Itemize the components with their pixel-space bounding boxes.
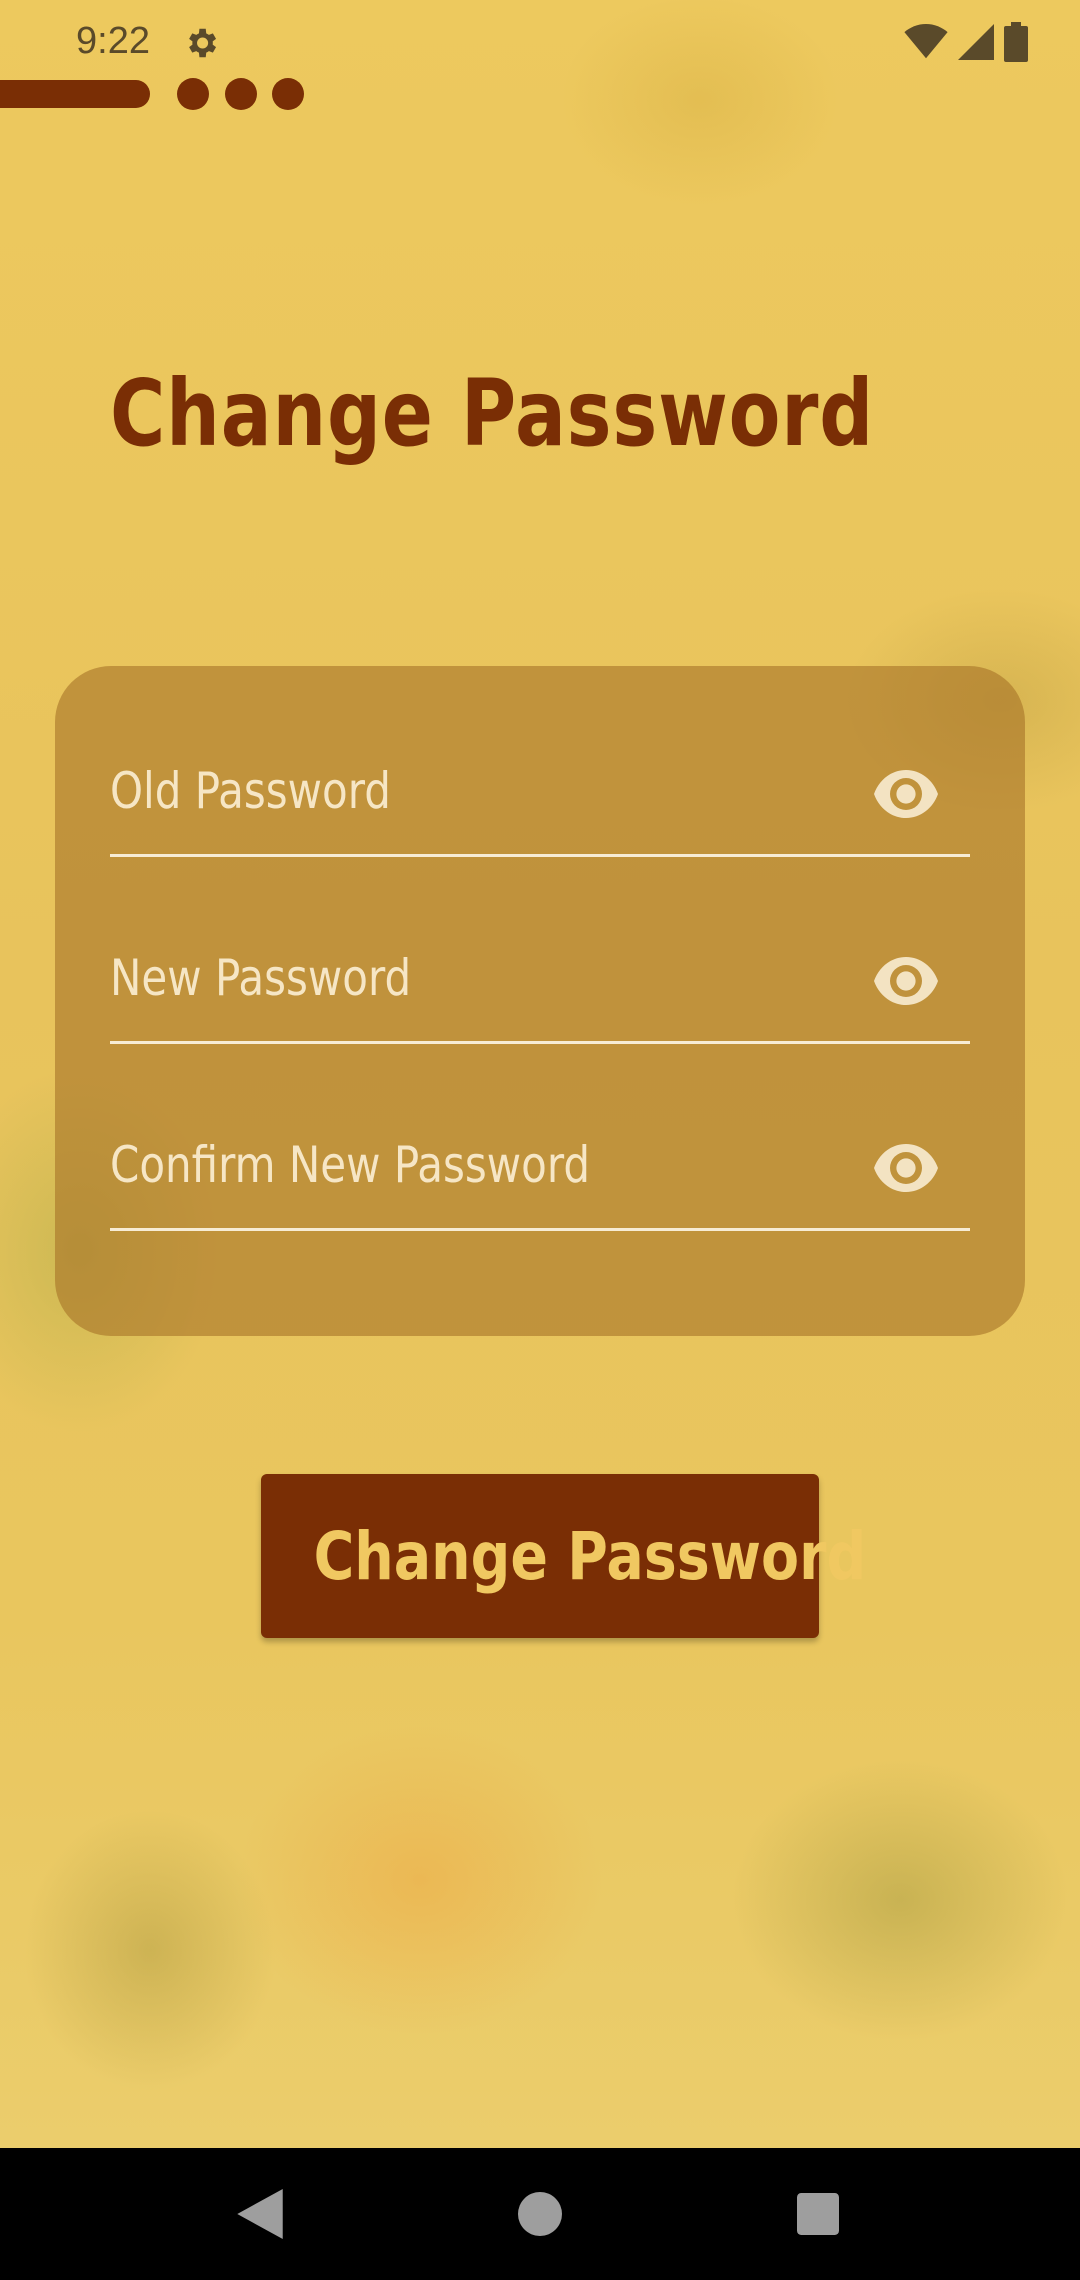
status-bar: 9:22	[0, 0, 1080, 84]
signal-icon	[958, 24, 994, 60]
gear-icon	[189, 28, 217, 58]
change-password-button[interactable]: Change Password	[261, 1474, 866, 1638]
wifi-icon	[904, 24, 948, 59]
battery-icon	[1004, 22, 1028, 62]
confirm-password-label: Confirm New Password	[110, 1136, 591, 1194]
back-icon	[237, 2189, 283, 2239]
navigation-bar	[0, 2148, 1080, 2280]
new-password-label: New Password	[110, 949, 412, 1007]
progress-dot	[272, 78, 304, 110]
status-time: 9:22	[76, 20, 150, 62]
recents-icon	[797, 2193, 839, 2235]
progress-dot	[225, 78, 257, 110]
progress-bar-current-step	[0, 80, 150, 108]
confirm-password-field[interactable]: Confirm New Password	[110, 1108, 970, 1231]
recents-button[interactable]	[780, 2176, 856, 2252]
eye-icon[interactable]	[874, 770, 938, 818]
back-button[interactable]	[222, 2176, 298, 2252]
home-button[interactable]	[502, 2176, 578, 2252]
home-icon	[518, 2192, 562, 2236]
eye-icon[interactable]	[874, 1144, 938, 1192]
progress-dot	[177, 78, 209, 110]
page-title: Change Password	[110, 360, 875, 467]
old-password-label: Old Password	[110, 762, 391, 820]
eye-icon[interactable]	[874, 957, 938, 1005]
password-form-card: Old Password New Password Confirm New Pa…	[55, 666, 1025, 1336]
old-password-field[interactable]: Old Password	[110, 734, 970, 857]
change-password-button-label: Change Password	[313, 1517, 867, 1595]
new-password-field[interactable]: New Password	[110, 921, 970, 1044]
